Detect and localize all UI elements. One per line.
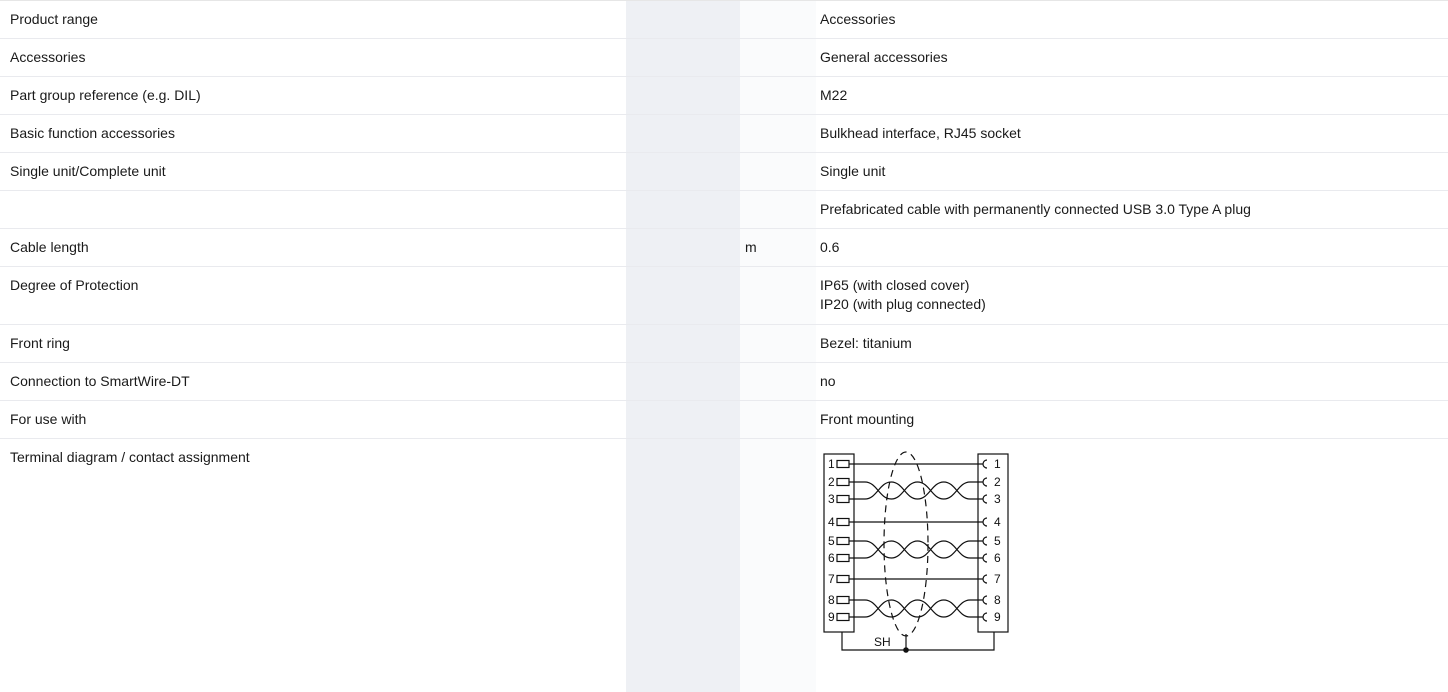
table-row: Accessories General accessories	[0, 39, 1448, 77]
right-pin-contact	[982, 612, 988, 622]
row-value: IP65 (with closed cover) IP20 (with plug…	[820, 277, 986, 312]
right-pin-number: 6	[994, 551, 1001, 565]
row-unit: m	[745, 239, 757, 255]
row-value: Bulkhead interface, RJ45 socket	[820, 125, 1021, 141]
right-pin-contact	[982, 574, 988, 584]
right-pin-contact	[982, 553, 988, 563]
right-pin-number: 7	[994, 572, 1001, 586]
left-pin-socket	[836, 494, 850, 504]
row-unit	[740, 401, 816, 438]
left-pin-number: 3	[828, 492, 835, 506]
row-label: For use with	[10, 411, 87, 427]
left-pin-number: 7	[828, 572, 835, 586]
row-unit	[740, 115, 816, 152]
row-unit	[740, 439, 816, 692]
row-label: Cable length	[10, 239, 89, 255]
left-pin-number: 8	[828, 593, 835, 607]
row-value: Front mounting	[820, 411, 915, 427]
left-pin-socket	[836, 612, 850, 622]
right-pin-contact	[982, 595, 988, 605]
row-value: Accessories	[820, 11, 896, 27]
row-unit	[740, 325, 816, 362]
row-label: Connection to SmartWire-DT	[10, 373, 190, 389]
row-label: Degree of Protection	[10, 277, 139, 293]
row-value: General accessories	[820, 49, 948, 65]
table-row: Terminal diagram / contact assignment 11…	[0, 439, 1448, 692]
row-label: Product range	[10, 11, 98, 27]
shield-label: SH	[874, 635, 891, 649]
right-pin-contact	[982, 477, 988, 487]
right-pin-contact	[982, 517, 988, 527]
row-value: M22	[820, 87, 848, 103]
right-pin-number: 1	[994, 457, 1001, 471]
left-pin-socket	[836, 517, 850, 527]
row-unit	[740, 363, 816, 400]
row-label: Basic function accessories	[10, 125, 175, 141]
row-value: 0.6	[820, 239, 840, 255]
right-pin-number: 2	[994, 475, 1001, 489]
table-row: Degree of Protection IP65 (with closed c…	[0, 267, 1448, 325]
right-pin-contact	[982, 536, 988, 546]
row-label	[0, 191, 626, 228]
left-pin-socket	[836, 536, 850, 546]
left-pin-number: 1	[828, 457, 835, 471]
spec-table: Product range Accessories Accessories Ge…	[0, 0, 1448, 692]
row-unit	[740, 153, 816, 190]
right-pin-number: 5	[994, 534, 1001, 548]
shield-junction-dot	[903, 647, 909, 653]
row-unit	[740, 267, 816, 324]
table-row: Prefabricated cable with permanently con…	[0, 191, 1448, 229]
row-unit	[740, 77, 816, 114]
table-row: Front ring Bezel: titanium	[0, 325, 1448, 363]
row-unit	[740, 39, 816, 76]
left-pin-socket	[836, 459, 850, 469]
left-pin-number: 9	[828, 610, 835, 624]
row-value: Single unit	[820, 163, 886, 179]
row-value: no	[820, 373, 836, 389]
row-value: Prefabricated cable with permanently con…	[820, 201, 1251, 217]
row-label: Front ring	[10, 335, 70, 351]
table-row: Basic function accessories Bulkhead inte…	[0, 115, 1448, 153]
right-pin-number: 8	[994, 593, 1001, 607]
terminal-diagram: 1 1 2 2 3 3 4 4 5 5 6 6 7 7 8 8 9 9 SH	[823, 451, 1009, 653]
left-pin-socket	[836, 574, 850, 584]
left-pin-socket	[836, 595, 850, 605]
row-label: Accessories	[10, 49, 86, 65]
table-row: Single unit/Complete unit Single unit	[0, 153, 1448, 191]
shield-ground-line	[841, 632, 995, 651]
row-value: Bezel: titanium	[820, 335, 912, 351]
row-value: 1 1 2 2 3 3 4 4 5 5 6 6 7 7 8 8 9 9 SH	[816, 439, 1448, 692]
left-pin-number: 5	[828, 534, 835, 548]
left-pin-number: 6	[828, 551, 835, 565]
right-pin-contact	[982, 494, 988, 504]
right-pin-number: 4	[994, 515, 1001, 529]
row-unit	[740, 1, 816, 38]
left-pin-number: 4	[828, 515, 835, 529]
right-pin-number: 3	[994, 492, 1001, 506]
row-label: Terminal diagram / contact assignment	[10, 449, 250, 465]
row-label: Part group reference (e.g. DIL)	[10, 87, 201, 103]
left-pin-socket	[836, 477, 850, 487]
left-pin-number: 2	[828, 475, 835, 489]
shield-ellipse	[883, 451, 929, 637]
table-row: For use with Front mounting	[0, 401, 1448, 439]
right-connector-block	[977, 453, 1009, 633]
row-unit	[740, 191, 816, 228]
right-pin-number: 9	[994, 610, 1001, 624]
row-label: Single unit/Complete unit	[10, 163, 166, 179]
table-row: Connection to SmartWire-DT no	[0, 363, 1448, 401]
table-row: Part group reference (e.g. DIL) M22	[0, 77, 1448, 115]
left-pin-socket	[836, 553, 850, 563]
right-pin-contact	[982, 459, 988, 469]
table-row: Cable length m 0.6	[0, 229, 1448, 267]
table-row: Product range Accessories	[0, 1, 1448, 39]
